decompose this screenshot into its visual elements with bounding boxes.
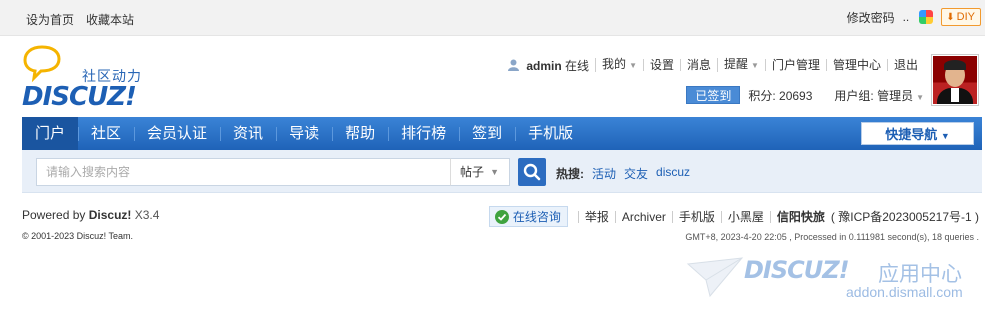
nav-item-sign-in[interactable]: 签到 [459, 117, 515, 150]
quick-nav-label: 快捷导航 [885, 127, 938, 142]
chevron-down-icon: ▼ [751, 61, 759, 70]
avatar-collar [951, 88, 959, 102]
footer-links: 在线咨询 举报 Archiver 手机版 小黑屋 信阳快旅 ( 豫ICP备202… [488, 206, 979, 227]
footer-site-name[interactable]: 信阳快旅 [769, 210, 831, 223]
user-group[interactable]: 用户组: 管理员 ▼ [834, 87, 924, 104]
hot-keyword[interactable]: 活动 [592, 165, 616, 182]
powered-brand-link[interactable]: Discuz! [89, 208, 132, 222]
diy-button[interactable]: ⬇ DIY [941, 8, 981, 26]
speech-bubble-icon [23, 45, 61, 83]
footer-link-blackroom[interactable]: 小黑屋 [720, 210, 770, 223]
powered-version: X3.4 [134, 208, 160, 222]
top-right-tools: 修改密码 .. ⬇ DIY [847, 8, 981, 26]
quick-nav-button[interactable]: 快捷导航 ▼ [861, 122, 974, 145]
nav-item-ranking[interactable]: 排行榜 [388, 117, 459, 150]
avatar-hair [944, 60, 966, 70]
menu-my[interactable]: 我的 ▼ [595, 58, 643, 72]
copyright: © 2001-2023 Discuz! Team. [22, 231, 134, 241]
menu-admin-center[interactable]: 管理中心 [825, 59, 887, 71]
icp-number[interactable]: ( 豫ICP备2023005217号-1 ) [831, 208, 979, 225]
nav-item-mobile[interactable]: 手机版 [515, 117, 586, 150]
down-arrow-icon: ⬇ [946, 11, 955, 23]
nav-item-help[interactable]: 帮助 [332, 117, 388, 150]
menu-notifications-label: 提醒 [724, 57, 749, 71]
nav-item-guide[interactable]: 导读 [276, 117, 332, 150]
nav-item-portal[interactable]: 门户 [22, 117, 79, 150]
caret-down-icon: ▼ [940, 131, 950, 141]
search-type-label: 帖子 [460, 165, 485, 179]
signed-in-badge[interactable]: 已签到 [686, 86, 741, 104]
main-nav: 门户 社区 会员认证 资讯 导读 帮助 排行榜 签到 手机版 快捷导航 ▼ [22, 117, 982, 150]
user-icon [508, 59, 519, 71]
footer-link-archiver[interactable]: Archiver [614, 210, 672, 223]
menu-my-label: 我的 [602, 57, 627, 71]
avatar[interactable] [931, 54, 979, 106]
nav-item-forum[interactable]: 社区 [78, 117, 134, 150]
processing-info: GMT+8, 2023-4-20 22:05 , Processed in 0.… [685, 232, 979, 242]
username-link[interactable]: admin [526, 59, 561, 73]
watermark: DISCUZ! 应用中心 addon.dismall.com [686, 252, 976, 308]
nav-list: 门户 社区 会员认证 资讯 导读 帮助 排行榜 签到 手机版 [22, 117, 982, 150]
nav-item-news[interactable]: 资讯 [220, 117, 276, 150]
menu-settings[interactable]: 设置 [642, 59, 680, 71]
user-menu: admin 在线 我的 ▼ 设置 消息 提醒 ▼ 门户管理 管理中心 退出 [502, 58, 924, 72]
chevron-down-icon: ▼ [629, 61, 637, 70]
powered-by: Powered by Discuz! X3.4 [22, 208, 159, 222]
online-status: 在线 [565, 58, 590, 73]
diy-label: DIY [956, 11, 975, 23]
top-left-links: 设为首页 收藏本站 [26, 11, 134, 28]
user-stats: 已签到 积分: 20693 用户组: 管理员 ▼ [686, 86, 924, 104]
logo-wordmark: DISCUZ! [22, 82, 137, 112]
site-logo[interactable]: 社区动力 DISCUZ! [22, 44, 162, 112]
search-input[interactable]: 请输入搜索内容 [36, 158, 451, 186]
hot-keyword[interactable]: discuz [656, 165, 690, 182]
chat-check-icon [494, 209, 509, 224]
footer-link-report[interactable]: 举报 [577, 210, 615, 223]
user-status: admin 在线 [502, 59, 595, 72]
menu-notifications[interactable]: 提醒 ▼ [717, 58, 765, 72]
powered-prefix: Powered by [22, 208, 86, 222]
nav-item-member-verify[interactable]: 会员认证 [134, 117, 220, 150]
change-password-link[interactable]: 修改密码 [847, 9, 895, 26]
hot-search: 热搜: 活动 交友 discuz [556, 165, 690, 182]
app-grid-icon[interactable] [919, 10, 934, 24]
watermark-url: addon.dismall.com [846, 284, 963, 300]
hot-search-label: 热搜: [556, 167, 584, 181]
watermark-brand: DISCUZ! [744, 256, 850, 284]
online-consult-label: 在线咨询 [512, 210, 561, 224]
search-bar: 请输入搜索内容 帖子 ▼ 热搜: 活动 交友 discuz [22, 150, 982, 193]
search-icon [523, 163, 541, 181]
menu-messages[interactable]: 消息 [680, 59, 717, 71]
points-text[interactable]: 积分: 20693 [748, 87, 812, 104]
footer-link-mobile[interactable]: 手机版 [671, 210, 721, 223]
search-button[interactable] [518, 158, 546, 186]
hot-keyword[interactable]: 交友 [624, 165, 648, 182]
user-group-label: 用户组: 管理员 [834, 88, 914, 103]
paper-plane-icon [686, 257, 744, 298]
menu-logout[interactable]: 退出 [886, 59, 924, 71]
avatar-photo [933, 56, 977, 104]
search-type-select[interactable]: 帖子 ▼ [450, 158, 510, 186]
chevron-down-icon: ▼ [490, 167, 499, 177]
bookmark-site-link[interactable]: 收藏本站 [86, 11, 134, 28]
top-utility-bar: 设为首页 收藏本站 修改密码 .. ⬇ DIY [0, 0, 985, 36]
chevron-down-icon: ▼ [916, 92, 924, 102]
set-homepage-link[interactable]: 设为首页 [26, 11, 74, 28]
online-consult-button[interactable]: 在线咨询 [488, 206, 568, 227]
more-dots[interactable]: .. [903, 10, 910, 24]
menu-portal-admin[interactable]: 门户管理 [764, 59, 826, 71]
